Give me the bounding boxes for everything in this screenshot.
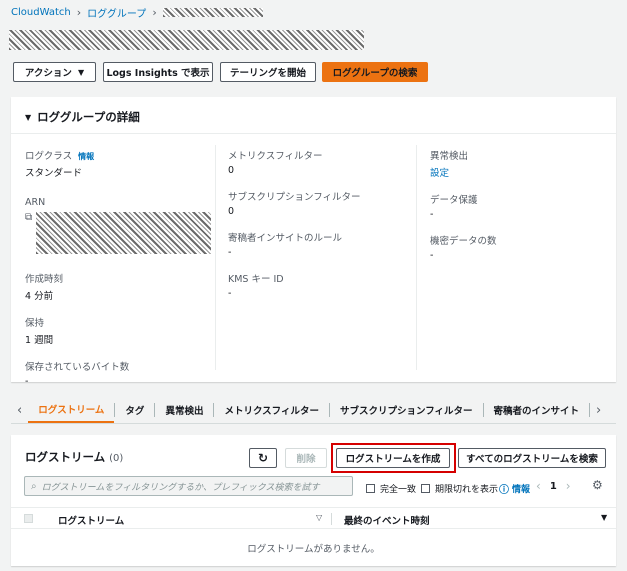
table-header: ログストリーム ▽ 最終のイベント時刻 ▼ xyxy=(11,507,616,529)
chevron-right-icon: › xyxy=(76,5,82,19)
start-tailing-button[interactable]: テーリングを開始 xyxy=(220,62,316,82)
subscription-filter-label: サブスクリプションフィルター xyxy=(228,192,361,203)
kms-key-label: KMS キー ID xyxy=(228,274,284,285)
breadcrumb-log-groups[interactable]: ロググループ xyxy=(87,5,146,20)
stored-bytes-label: 保存されているバイト数 xyxy=(25,362,130,373)
show-expired-checkbox[interactable] xyxy=(421,484,430,493)
data-protection-value: - xyxy=(430,209,434,220)
sensitive-data-label: 機密データの数 xyxy=(430,236,497,247)
column-divider xyxy=(331,513,332,525)
exact-match-option[interactable]: 完全一致 xyxy=(366,482,416,495)
tab-anomaly-detection[interactable]: 異常検出 xyxy=(155,397,213,423)
info-label: 情報 xyxy=(512,485,531,495)
data-protection-label: データ保護 xyxy=(430,195,478,206)
filter-placeholder: ログストリームをフィルタリングするか、プレフィックス検索を試す xyxy=(41,482,320,493)
sort-icon[interactable]: ▽ xyxy=(316,513,322,522)
details-title: ロググループの詳細 xyxy=(37,110,140,124)
tab-tags[interactable]: タグ xyxy=(115,397,154,423)
show-expired-label: 期限切れを表示 xyxy=(435,485,499,495)
info-icon: ⓘ xyxy=(499,485,509,496)
header-divider xyxy=(11,133,616,134)
settings-gear-icon[interactable]: ⚙ xyxy=(592,478,603,492)
arn-value-redacted xyxy=(36,212,212,254)
tab-contributor-insights[interactable]: 寄稿者のインサイト xyxy=(484,397,590,423)
page-number[interactable]: 1 xyxy=(550,481,557,492)
metric-filter-label: メトリクスフィルター xyxy=(228,151,323,162)
tab-bar: ‹ ログストリーム タグ 異常検出 メトリクスフィルター サブスクリプションフィ… xyxy=(11,397,616,423)
log-class-value: スタンダード xyxy=(25,168,83,179)
breadcrumb-current-redacted xyxy=(162,7,263,17)
details-column-2: メトリクスフィルター 0 サブスクリプションフィルター 0 寄稿者インサイトのル… xyxy=(228,148,413,299)
retention-label: 保持 xyxy=(25,318,45,329)
scroll-right-icon[interactable]: › xyxy=(590,403,607,418)
contributor-insights-value: - xyxy=(228,247,232,258)
created-label: 作成時刻 xyxy=(25,274,64,285)
sensitive-data-value: - xyxy=(430,250,434,261)
retention-value: 1 週間 xyxy=(25,335,54,346)
log-streams-title: ログストリーム xyxy=(25,450,106,464)
metric-filter-value: 0 xyxy=(228,165,235,176)
prev-page-icon[interactable]: ‹ xyxy=(536,479,541,493)
log-group-details-panel: ▼ ロググループの詳細 ログクラス 情報 スタンダード ARN ⧉ 作成時刻 4 … xyxy=(11,97,616,387)
details-header[interactable]: ▼ ロググループの詳細 xyxy=(25,109,140,125)
breadcrumb-cloudwatch[interactable]: CloudWatch xyxy=(11,7,71,18)
column-divider xyxy=(416,145,417,370)
log-class-info-link[interactable]: 情報 xyxy=(78,152,94,161)
tab-subscription-filters[interactable]: サブスクリプションフィルター xyxy=(330,397,483,423)
caret-down-icon: ▼ xyxy=(77,67,85,77)
caret-down-icon: ▼ xyxy=(25,112,32,122)
log-streams-heading: ログストリーム (0) xyxy=(25,449,123,465)
column-header-log-stream[interactable]: ログストリーム xyxy=(58,513,124,527)
contributor-insights-label: 寄稿者インサイトのルール xyxy=(228,233,343,244)
empty-state-text: ログストリームがありません。 xyxy=(247,544,380,555)
tab-metric-filters[interactable]: メトリクスフィルター xyxy=(214,397,329,423)
sort-desc-icon[interactable]: ▼ xyxy=(601,513,607,522)
pagination: ‹ 1 › xyxy=(536,479,571,493)
log-class-label: ログクラス xyxy=(25,151,73,162)
anomaly-detection-configure-link[interactable]: 設定 xyxy=(430,165,610,179)
log-streams-count: (0) xyxy=(109,453,124,464)
search-log-group-button[interactable]: ロググループの検索 xyxy=(322,62,428,82)
breadcrumb: CloudWatch › ロググループ › xyxy=(11,5,263,20)
actions-button[interactable]: アクション ▼ xyxy=(13,62,96,82)
highlight-box xyxy=(331,443,456,473)
search-icon: ⌕ xyxy=(31,480,37,492)
delete-button[interactable]: 削除 xyxy=(285,448,327,468)
filter-streams-input[interactable]: ⌕ ログストリームをフィルタリングするか、プレフィックス検索を試す xyxy=(24,476,353,496)
kms-key-value: - xyxy=(228,288,232,299)
anomaly-detection-label: 異常検出 xyxy=(430,151,469,162)
created-value: 4 分前 xyxy=(25,291,54,302)
details-column-3: 異常検出 設定 データ保護 - 機密データの数 - xyxy=(430,148,610,261)
subscription-filter-value: 0 xyxy=(228,206,235,217)
exact-match-checkbox[interactable] xyxy=(366,484,375,493)
show-expired-option[interactable]: 期限切れを表示 xyxy=(421,482,498,495)
scroll-left-icon[interactable]: ‹ xyxy=(11,403,28,418)
refresh-icon: ↻ xyxy=(257,451,269,465)
tab-log-streams[interactable]: ログストリーム xyxy=(28,397,115,423)
select-all-checkbox[interactable] xyxy=(24,514,33,523)
exact-match-label: 完全一致 xyxy=(380,485,417,495)
page-title-redacted xyxy=(9,30,364,50)
search-all-streams-button[interactable]: すべてのログストリームを検索 xyxy=(458,448,606,468)
next-page-icon[interactable]: › xyxy=(566,479,571,493)
copy-icon[interactable]: ⧉ xyxy=(25,212,32,223)
stored-bytes-value: - xyxy=(25,376,29,387)
actions-label: アクション xyxy=(24,68,72,79)
column-header-last-event[interactable]: 最終のイベント時刻 xyxy=(344,513,430,527)
tabs-underline xyxy=(11,423,616,424)
refresh-button[interactable]: ↻ xyxy=(249,448,277,468)
view-in-logs-insights-button[interactable]: Logs Insights で表示 xyxy=(103,62,213,82)
arn-label: ARN xyxy=(25,197,46,208)
details-column-1: ログクラス 情報 スタンダード ARN ⧉ 作成時刻 4 分前 保持 1 週間 保… xyxy=(25,148,215,387)
info-link[interactable]: ⓘ 情報 xyxy=(499,481,530,496)
column-divider xyxy=(215,145,216,370)
chevron-right-icon: › xyxy=(152,5,157,19)
